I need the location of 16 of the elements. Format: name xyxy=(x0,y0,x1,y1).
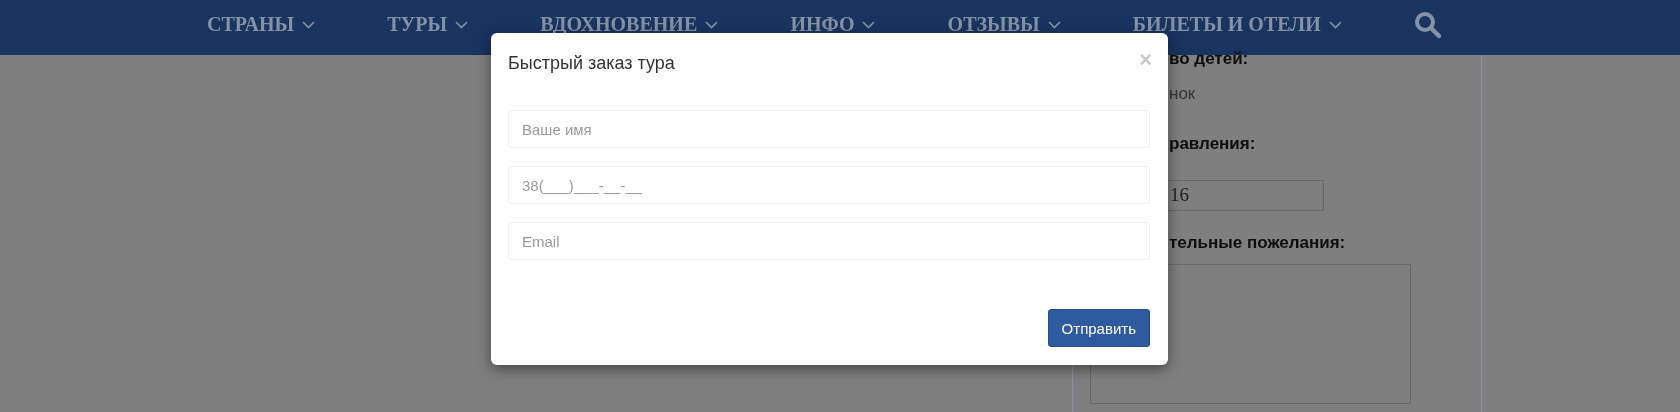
input-field[interactable]: Email xyxy=(508,222,1150,260)
field-value: нок xyxy=(1169,84,1197,104)
search-icon[interactable] xyxy=(1413,10,1442,39)
input-field[interactable]: Ваше имя xyxy=(508,110,1150,148)
input-field[interactable]: 38(___)___-__-__ xyxy=(508,166,1150,204)
field-label: тельные пожелания: xyxy=(1169,233,1347,253)
nav-link[interactable]: ВДОХНОВЕНИЕ xyxy=(540,13,719,36)
submit-button[interactable]: Отправить xyxy=(1047,309,1150,347)
nav-link[interactable]: БИЛЕТЫ И ОТЕЛИ xyxy=(1132,13,1342,36)
nav-link[interactable]: ОТЗЫВЫ xyxy=(947,13,1061,36)
nav-link[interactable]: ИНФО xyxy=(790,13,876,36)
field-label: во детей: xyxy=(1169,49,1250,69)
field-label: равления: xyxy=(1169,134,1257,154)
nav-link[interactable]: СТРАНЫ xyxy=(207,13,316,36)
modal-title: Быстрый заказ тура xyxy=(508,53,675,74)
nav-link[interactable]: ТУРЫ xyxy=(387,13,469,36)
